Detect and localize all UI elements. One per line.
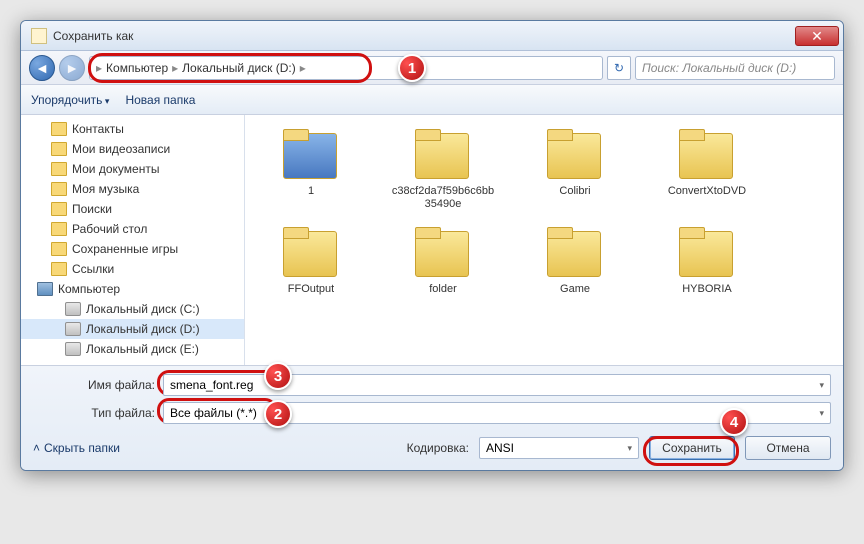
- sidebar-tree[interactable]: Контакты Мои видеозаписи Мои документы М…: [21, 115, 245, 365]
- folder-label: Game: [560, 283, 590, 296]
- tree-item[interactable]: Ссылки: [21, 259, 244, 279]
- hide-folders-label: Скрыть папки: [44, 441, 120, 455]
- computer-icon: [37, 282, 53, 296]
- cancel-button[interactable]: Отмена: [745, 436, 831, 460]
- new-folder-button[interactable]: Новая папка: [125, 93, 195, 107]
- annotation-badge-4: 4: [720, 408, 748, 436]
- folder-label: HYBORIA: [682, 283, 732, 296]
- encoding-label: Кодировка:: [407, 441, 469, 455]
- tree-item-drive[interactable]: Локальный диск (E:): [21, 339, 244, 359]
- breadcrumb-drive[interactable]: Локальный диск (D:): [182, 61, 296, 75]
- folder-icon: [51, 142, 67, 156]
- breadcrumb-sep: ▸: [172, 61, 178, 75]
- folder-item[interactable]: Game: [519, 223, 631, 300]
- breadcrumb-sep: ▸: [96, 61, 102, 75]
- encoding-combo[interactable]: ANSI: [479, 437, 639, 459]
- folder-icon: [51, 182, 67, 196]
- annotation-badge-2: 2: [264, 400, 292, 428]
- navigation-bar: ◄ ► ▸ Компьютер ▸ Локальный диск (D:) ▸ …: [21, 51, 843, 85]
- breadcrumb-sep: ▸: [300, 61, 306, 75]
- tree-item[interactable]: Мои видеозаписи: [21, 139, 244, 159]
- save-as-dialog: Сохранить как ✕ ◄ ► ▸ Компьютер ▸ Локаль…: [20, 20, 844, 471]
- folder-label: 1: [308, 185, 314, 198]
- tree-label: Мои документы: [72, 162, 159, 176]
- organize-menu[interactable]: Упорядочить: [31, 93, 109, 107]
- tree-label: Рабочий стол: [72, 222, 147, 236]
- address-bar[interactable]: ▸ Компьютер ▸ Локальный диск (D:) ▸: [89, 56, 603, 80]
- folder-label: folder: [429, 283, 457, 296]
- folder-item[interactable]: ConvertXtoDVD: [651, 125, 763, 215]
- tree-label: Поиски: [72, 202, 112, 216]
- folder-label: FFOutput: [288, 283, 334, 296]
- tree-label: Локальный диск (C:): [86, 302, 200, 316]
- folder-item[interactable]: FFOutput: [255, 223, 367, 300]
- tree-item-drive[interactable]: Локальный диск (C:): [21, 299, 244, 319]
- breadcrumb-root[interactable]: Компьютер: [106, 61, 168, 75]
- tree-item-drive[interactable]: Локальный диск (D:): [21, 319, 244, 339]
- folder-icon: [51, 202, 67, 216]
- back-button[interactable]: ◄: [29, 55, 55, 81]
- folder-label: c38cf2da7f59b6c6bb35490e: [391, 185, 495, 211]
- folder-item[interactable]: HYBORIA: [651, 223, 763, 300]
- folder-view[interactable]: 1 c38cf2da7f59b6c6bb35490e Colibri Conve…: [245, 115, 843, 365]
- drive-icon: [65, 342, 81, 356]
- tree-label: Ссылки: [72, 262, 114, 276]
- chevron-up-icon: ˄: [33, 441, 40, 455]
- tree-item-computer[interactable]: Компьютер: [21, 279, 244, 299]
- folder-icon: [51, 122, 67, 136]
- tree-label: Сохраненные игры: [72, 242, 178, 256]
- annotation-badge-1: 1: [398, 54, 426, 82]
- folder-item[interactable]: c38cf2da7f59b6c6bb35490e: [387, 125, 499, 215]
- folder-item[interactable]: folder: [387, 223, 499, 300]
- folder-icon: [543, 227, 607, 279]
- tree-label: Моя музыка: [72, 182, 139, 196]
- folder-icon: [51, 242, 67, 256]
- folder-item[interactable]: 1: [255, 125, 367, 215]
- refresh-button[interactable]: ↻: [607, 56, 631, 80]
- forward-button[interactable]: ►: [59, 55, 85, 81]
- save-button[interactable]: Сохранить: [649, 436, 735, 460]
- annotation-badge-3: 3: [264, 362, 292, 390]
- folder-icon: [279, 129, 343, 181]
- encoding-value: ANSI: [486, 441, 514, 455]
- filename-label: Имя файла:: [33, 378, 163, 392]
- drive-icon: [65, 322, 81, 336]
- tree-label: Контакты: [72, 122, 124, 136]
- tree-label: Локальный диск (E:): [86, 342, 199, 356]
- folder-item[interactable]: Colibri: [519, 125, 631, 215]
- folder-icon: [543, 129, 607, 181]
- folder-icon: [279, 227, 343, 279]
- toolbar: Упорядочить Новая папка: [21, 85, 843, 115]
- tree-item[interactable]: Рабочий стол: [21, 219, 244, 239]
- close-button[interactable]: ✕: [795, 26, 839, 46]
- tree-label: Мои видеозаписи: [72, 142, 170, 156]
- app-icon: [31, 28, 47, 44]
- filetype-label: Тип файла:: [33, 406, 163, 420]
- folder-icon: [411, 129, 475, 181]
- tree-item[interactable]: Мои документы: [21, 159, 244, 179]
- filename-value: smena_font.reg: [170, 378, 253, 392]
- folder-label: Colibri: [559, 185, 590, 198]
- tree-label: Компьютер: [58, 282, 120, 296]
- folder-icon: [51, 162, 67, 176]
- folder-label: ConvertXtoDVD: [668, 185, 746, 198]
- search-input[interactable]: Поиск: Локальный диск (D:): [635, 56, 835, 80]
- tree-item[interactable]: Сохраненные игры: [21, 239, 244, 259]
- titlebar: Сохранить как ✕: [21, 21, 843, 51]
- folder-icon: [51, 262, 67, 276]
- folder-icon: [51, 222, 67, 236]
- drive-icon: [65, 302, 81, 316]
- folder-icon: [675, 227, 739, 279]
- hide-folders-toggle[interactable]: ˄ Скрыть папки: [33, 441, 120, 455]
- folder-icon: [411, 227, 475, 279]
- tree-item[interactable]: Поиски: [21, 199, 244, 219]
- content-area: Контакты Мои видеозаписи Мои документы М…: [21, 115, 843, 365]
- tree-label: Локальный диск (D:): [86, 322, 200, 336]
- tree-item[interactable]: Моя музыка: [21, 179, 244, 199]
- folder-icon: [675, 129, 739, 181]
- tree-item[interactable]: Контакты: [21, 119, 244, 139]
- filetype-value: Все файлы (*.*): [170, 406, 257, 420]
- window-title: Сохранить как: [53, 29, 795, 43]
